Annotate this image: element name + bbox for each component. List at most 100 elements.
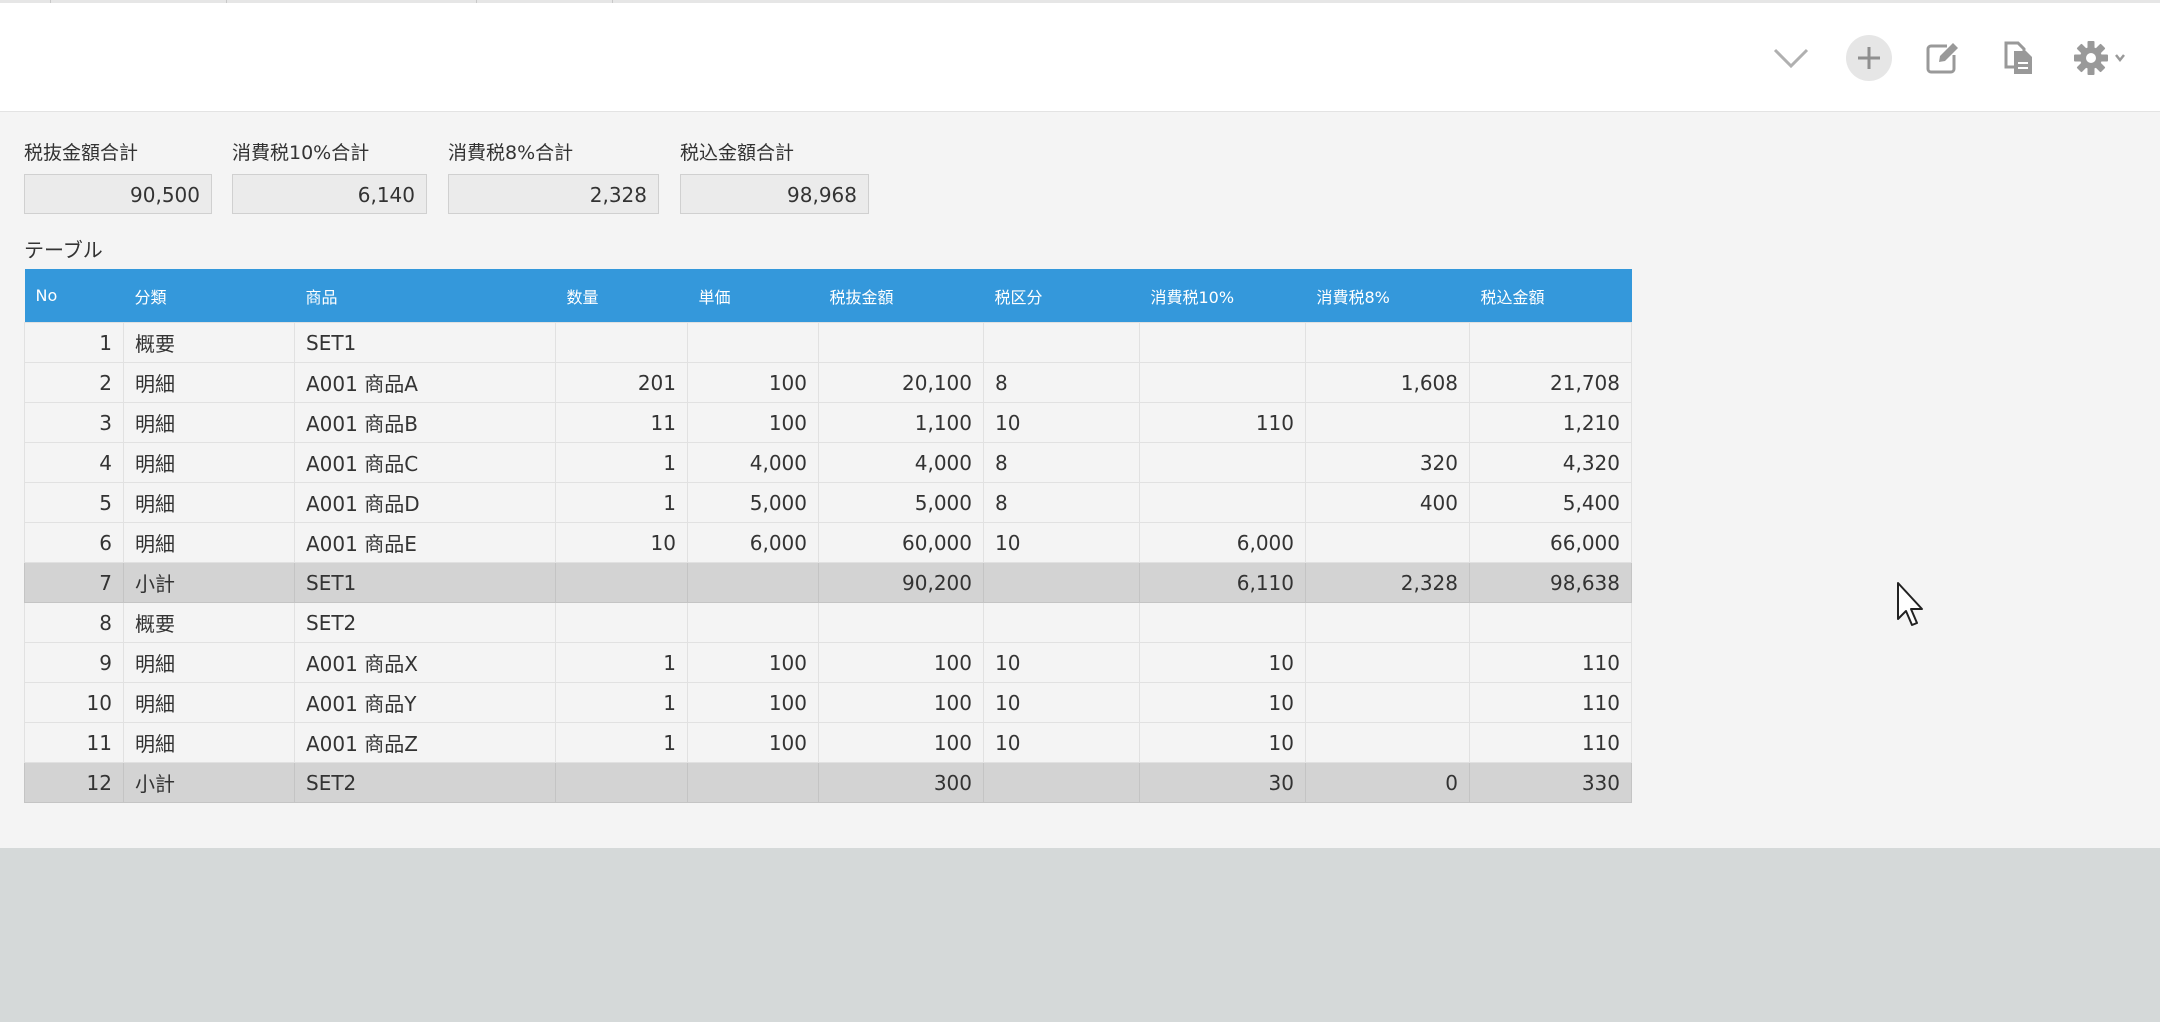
- cell-tax8: [1305, 602, 1470, 643]
- cell-quantity: 1: [555, 442, 688, 483]
- cell-amount-excl-tax: 20,100: [818, 362, 984, 403]
- table-row: 11 明細 A001 商品Z 1 100 100 10 10 110: [24, 722, 1632, 763]
- total-tax10-label: 消費税10%合計: [232, 142, 370, 164]
- cell-category: 明細: [123, 442, 295, 483]
- cell-tax10: 30: [1139, 762, 1306, 803]
- record-content: 税抜金額合計 90,500 消費税10%合計 6,140 消費税8%合計 2,3…: [0, 112, 2160, 848]
- cell-no: 2: [24, 362, 124, 403]
- col-header-quantity: 数量: [555, 269, 688, 323]
- cell-unit-price: 100: [687, 722, 819, 763]
- col-header-no: No: [24, 269, 124, 323]
- total-incl-tax-field: 税込金額合計 98,968: [680, 140, 869, 214]
- cell-unit-price: 100: [687, 402, 819, 443]
- cell-tax8: [1305, 522, 1470, 563]
- mouse-pointer-icon: [1896, 581, 1926, 631]
- cell-tax-class: [983, 562, 1140, 603]
- total-tax10-field: 消費税10%合計 6,140: [232, 140, 427, 214]
- plus-icon[interactable]: [1846, 35, 1892, 81]
- cell-amount-incl-tax: 98,638: [1469, 562, 1632, 603]
- cell-unit-price: [687, 562, 819, 603]
- cell-tax-class: 8: [983, 482, 1140, 523]
- cell-tax10: 10: [1139, 642, 1306, 683]
- cell-category: 概要: [123, 602, 295, 643]
- cell-category: 明細: [123, 522, 295, 563]
- cell-product: A001 商品Z: [294, 722, 556, 763]
- cell-tax-class: 10: [983, 402, 1140, 443]
- cell-tax8: 0: [1305, 762, 1470, 803]
- col-header-unit-price: 単価: [687, 269, 819, 323]
- cell-tax-class: 10: [983, 642, 1140, 683]
- cell-unit-price: 100: [687, 362, 819, 403]
- cell-unit-price: 100: [687, 642, 819, 683]
- cell-quantity: 1: [555, 722, 688, 763]
- total-excl-tax-value: 90,500: [24, 174, 212, 214]
- cell-tax8: [1305, 722, 1470, 763]
- cell-category: 明細: [123, 722, 295, 763]
- table-header-row: No 分類 商品 数量 単価 税抜金額 税区分 消費税10% 消費税8% 税込金…: [24, 269, 1632, 323]
- gear-icon[interactable]: [2070, 35, 2132, 81]
- cell-tax8: [1305, 322, 1470, 363]
- cell-category: 明細: [123, 642, 295, 683]
- cell-quantity: 1: [555, 642, 688, 683]
- table-row: 9 明細 A001 商品X 1 100 100 10 10 110: [24, 642, 1632, 683]
- cell-category: 概要: [123, 322, 295, 363]
- cell-amount-incl-tax: 110: [1469, 722, 1632, 763]
- col-header-tax-class: 税区分: [983, 269, 1140, 323]
- col-header-amount-excl-tax: 税抜金額: [818, 269, 984, 323]
- cell-tax-class: [983, 762, 1140, 803]
- cell-amount-incl-tax: 110: [1469, 682, 1632, 723]
- cell-quantity: [555, 602, 688, 643]
- cell-unit-price: [687, 322, 819, 363]
- cell-tax10: 10: [1139, 682, 1306, 723]
- total-tax8-value: 2,328: [448, 174, 659, 214]
- table-row: 3 明細 A001 商品B 11 100 1,100 10 110 1,210: [24, 402, 1632, 443]
- cell-amount-incl-tax: [1469, 602, 1632, 643]
- cell-tax10: [1139, 322, 1306, 363]
- cell-amount-incl-tax: 330: [1469, 762, 1632, 803]
- col-header-amount-incl-tax: 税込金額: [1469, 269, 1632, 323]
- cell-no: 4: [24, 442, 124, 483]
- cell-tax8: 1,608: [1305, 362, 1470, 403]
- cell-quantity: 201: [555, 362, 688, 403]
- cell-tax-class: 10: [983, 722, 1140, 763]
- cell-amount-incl-tax: 1,210: [1469, 402, 1632, 443]
- total-incl-tax-value: 98,968: [680, 174, 869, 214]
- cell-no: 5: [24, 482, 124, 523]
- cell-no: 7: [24, 562, 124, 603]
- total-tax8-label: 消費税8%合計: [448, 142, 574, 164]
- cell-tax10: [1139, 442, 1306, 483]
- cell-tax-class: 8: [983, 362, 1140, 403]
- cell-amount-excl-tax: 100: [818, 722, 984, 763]
- cell-amount-incl-tax: 4,320: [1469, 442, 1632, 483]
- cell-category: 小計: [123, 762, 295, 803]
- cell-quantity: [555, 322, 688, 363]
- cell-quantity: [555, 562, 688, 603]
- chevron-down-icon[interactable]: [1768, 35, 1814, 81]
- cell-category: 明細: [123, 482, 295, 523]
- cell-no: 11: [24, 722, 124, 763]
- detail-table: No 分類 商品 数量 単価 税抜金額 税区分 消費税10% 消費税8% 税込金…: [24, 269, 1632, 803]
- cell-category: 明細: [123, 362, 295, 403]
- cell-product: SET1: [294, 322, 556, 363]
- cell-tax8: [1305, 402, 1470, 443]
- cell-no: 1: [24, 322, 124, 363]
- cell-no: 10: [24, 682, 124, 723]
- table-row: 8 概要 SET2: [24, 602, 1632, 643]
- table-row: 4 明細 A001 商品C 1 4,000 4,000 8 320 4,320: [24, 442, 1632, 483]
- duplicate-icon[interactable]: [1995, 35, 2041, 81]
- edit-icon[interactable]: [1919, 35, 1965, 81]
- cell-amount-excl-tax: [818, 602, 984, 643]
- cell-quantity: 1: [555, 682, 688, 723]
- cell-amount-excl-tax: 4,000: [818, 442, 984, 483]
- cell-amount-incl-tax: 21,708: [1469, 362, 1632, 403]
- cell-quantity: 10: [555, 522, 688, 563]
- cell-amount-incl-tax: 110: [1469, 642, 1632, 683]
- record-toolbar: [0, 3, 2160, 112]
- cell-quantity: 11: [555, 402, 688, 443]
- table-row: 12 小計 SET2 300 30 0 330: [24, 762, 1632, 803]
- cell-category: 明細: [123, 402, 295, 443]
- cell-no: 12: [24, 762, 124, 803]
- table-label: テーブル: [24, 238, 103, 262]
- cell-category: 明細: [123, 682, 295, 723]
- cell-amount-excl-tax: 300: [818, 762, 984, 803]
